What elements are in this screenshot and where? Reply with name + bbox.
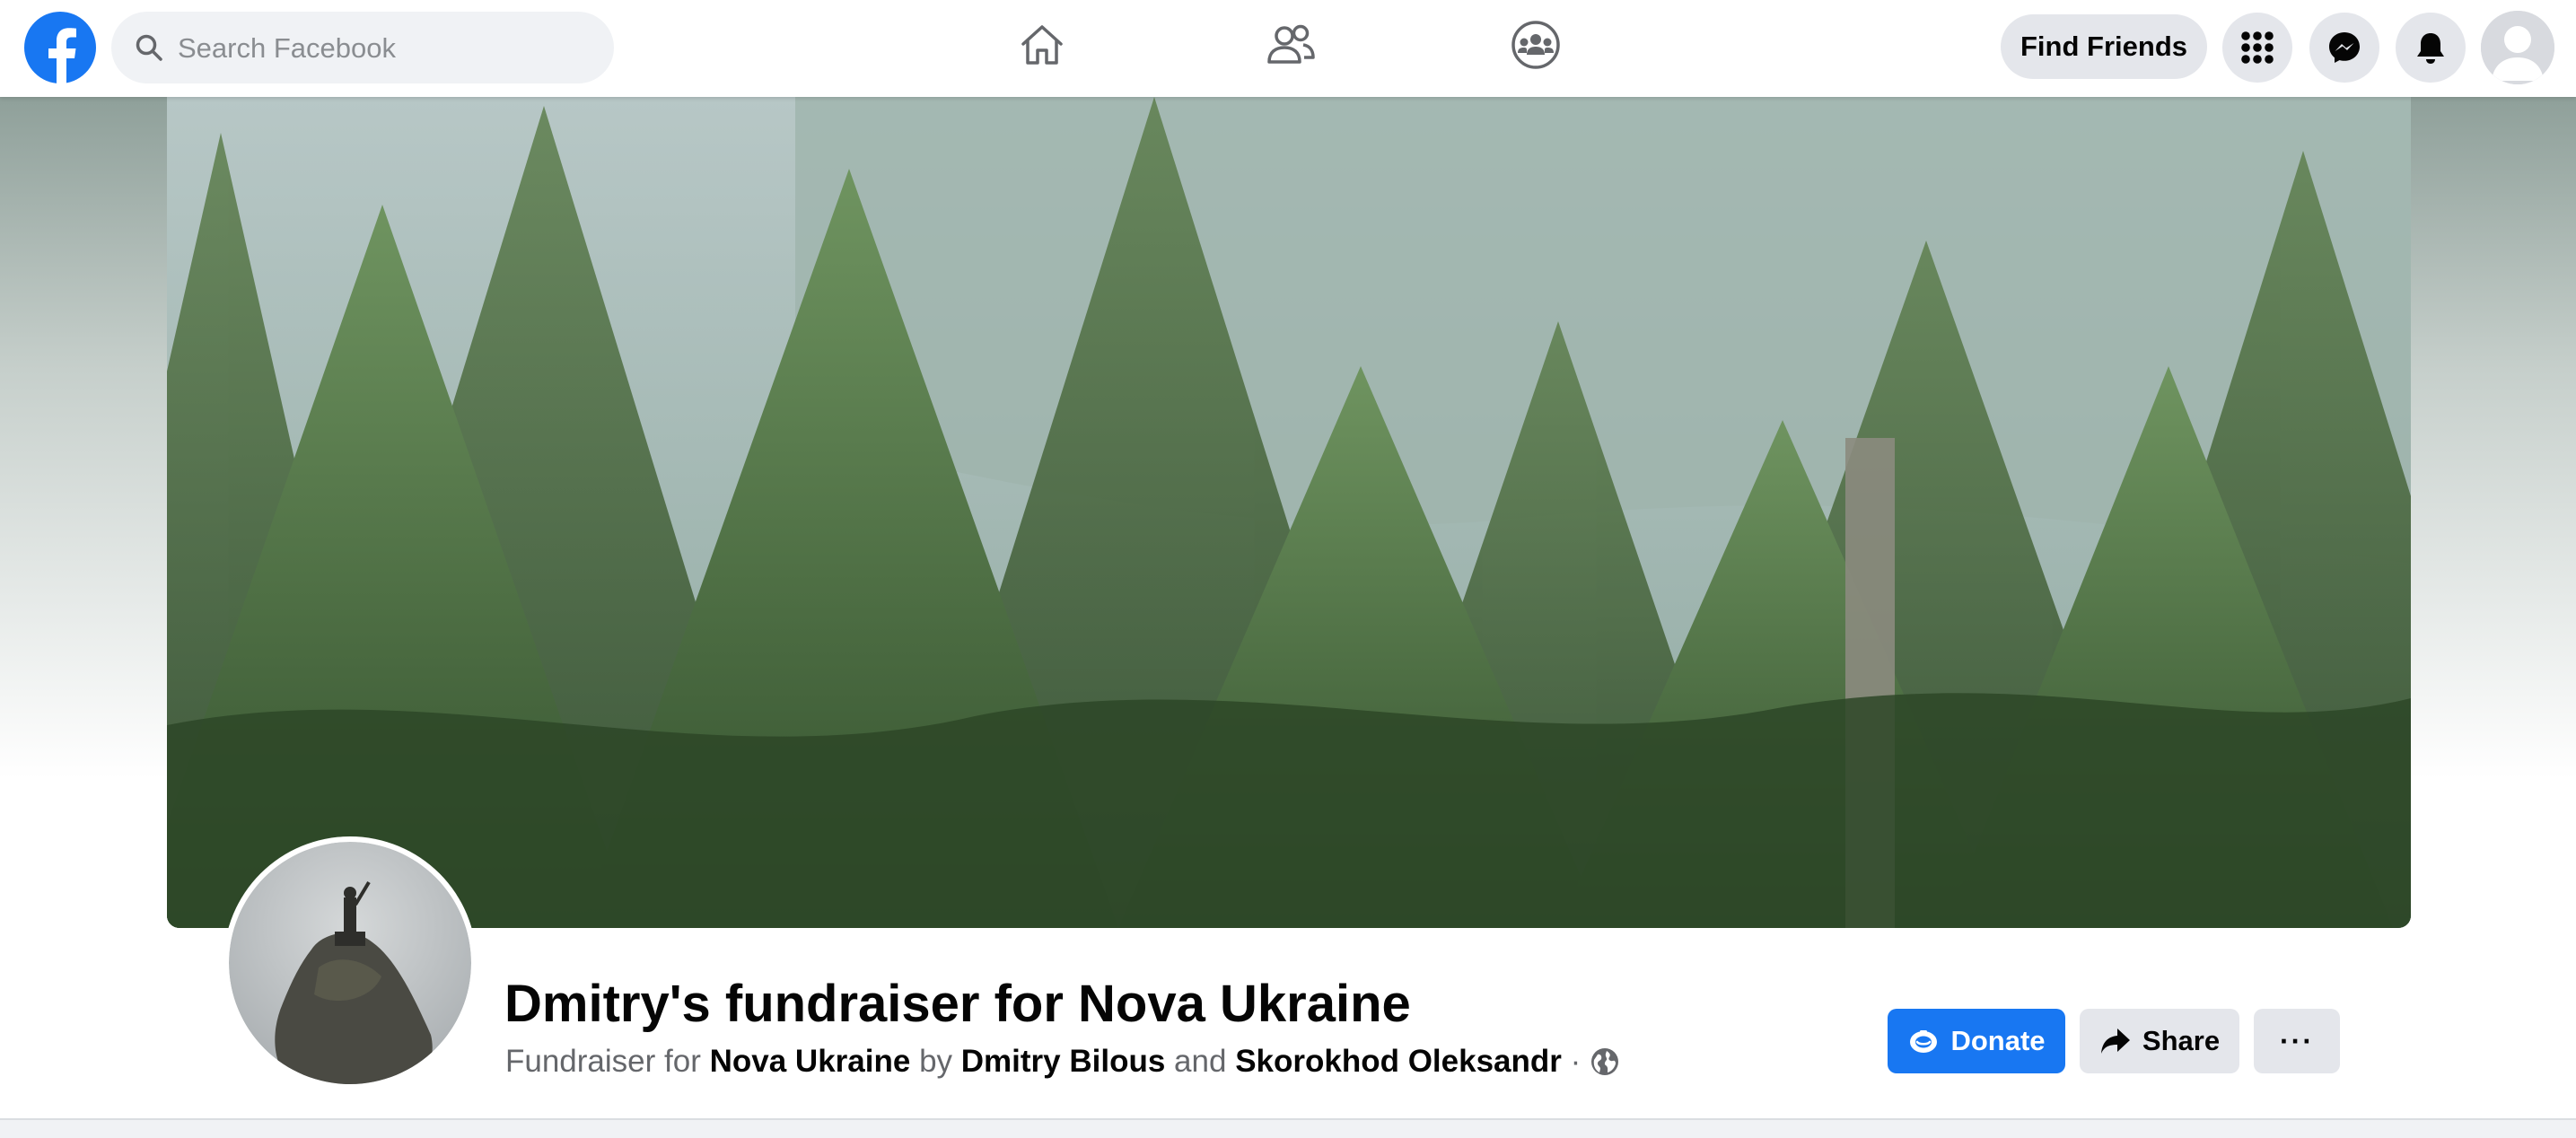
subtitle-separator: · (1570, 1044, 1582, 1079)
subtitle-by: by (919, 1044, 953, 1079)
more-options-button[interactable]: ··· (2254, 1009, 2340, 1073)
fundraiser-title: Dmitry's fundraiser for Nova Ukraine (504, 975, 1411, 1033)
menu-grid-icon[interactable] (2222, 13, 2292, 83)
share-button[interactable]: Share (2080, 1009, 2239, 1073)
groups-icon[interactable] (1509, 18, 1563, 72)
organizer-link-1[interactable]: Dmitry Bilous (961, 1039, 1166, 1084)
facebook-logo-icon[interactable] (24, 12, 96, 83)
fundraiser-profile-photo[interactable] (229, 842, 471, 1084)
home-icon[interactable] (1015, 18, 1069, 72)
organization-link[interactable]: Nova Ukraine (710, 1039, 911, 1084)
search-box (111, 12, 614, 85)
friends-icon[interactable] (1264, 18, 1318, 72)
donate-label: Donate (1950, 1025, 2046, 1056)
notifications-bell-icon[interactable] (2396, 13, 2466, 83)
fundraiser-subtitle: Fundraiser for Nova Ukraine by Dmitry Bi… (505, 1039, 1620, 1084)
donate-piggy-icon (1907, 1027, 1940, 1055)
account-avatar[interactable] (2481, 11, 2554, 84)
top-navigation-bar: Find Friends (0, 0, 2576, 97)
donate-button[interactable]: Donate (1888, 1009, 2065, 1073)
messenger-icon[interactable] (2309, 13, 2379, 83)
organizer-link-2[interactable]: Skorokhod Oleksandr (1235, 1039, 1562, 1084)
subtitle-prefix: Fundraiser for (505, 1044, 701, 1079)
share-label: Share (2142, 1025, 2221, 1056)
subtitle-and: and (1174, 1044, 1227, 1079)
share-arrow-icon (2099, 1027, 2132, 1055)
page-divider (0, 1118, 2576, 1138)
globe-icon (1590, 1046, 1620, 1077)
more-label: ··· (2280, 1024, 2314, 1057)
search-input[interactable] (176, 12, 592, 85)
cover-photo (167, 97, 2411, 928)
search-icon (135, 33, 163, 62)
find-friends-button[interactable]: Find Friends (2001, 14, 2207, 79)
